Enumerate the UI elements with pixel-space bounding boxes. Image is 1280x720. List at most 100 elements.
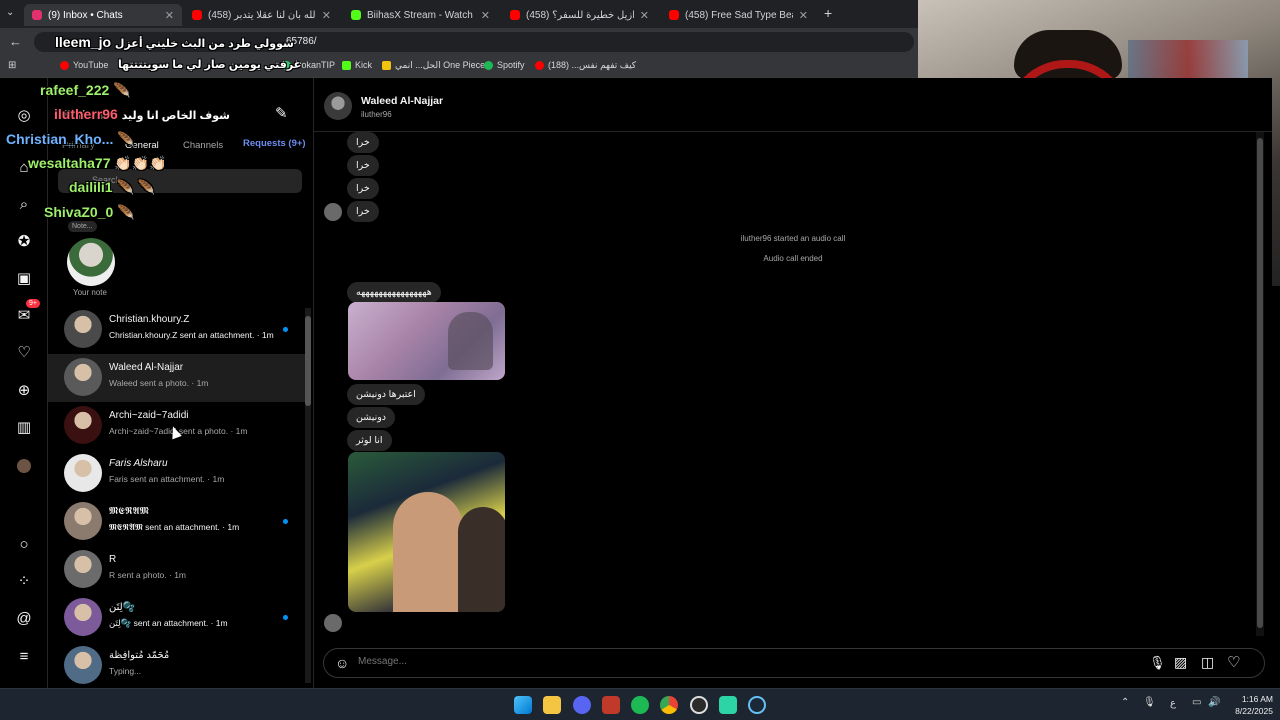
chat-list-item[interactable]: Waleed Al-Najjar Waleed sent a photo. · 1… (48, 354, 306, 402)
close-tab-icon[interactable]: ✕ (322, 9, 331, 22)
message-bubble[interactable]: دونيشن (347, 407, 396, 428)
tab-title: (458) Free Sad Type Beat - "My ... (685, 9, 793, 21)
tab-channels[interactable]: Channels (183, 140, 223, 151)
microphone-icon[interactable]: 🎙 (1149, 655, 1166, 671)
calculator-icon[interactable] (602, 696, 620, 714)
chat-name: Faris Alsharu (109, 458, 168, 469)
clock-time[interactable]: 1:16 AM (1228, 694, 1273, 704)
bookmark-kick[interactable]: Kick (342, 60, 372, 70)
overlay-user: Christian_Kho... (6, 131, 114, 147)
steam-icon[interactable] (748, 696, 766, 714)
chat-list-item[interactable]: مُحَمّد مُتوافِظة Typing... (48, 642, 306, 690)
chat-list-item[interactable]: Faris Alsharu Faris sent an attachment. ·… (48, 450, 306, 498)
tab-youtube-1[interactable]: (458) ميرنا الله بأن لنا عقلا يتدبر ... … (184, 4, 339, 26)
audio-call-started: iluther96 started an audio call (740, 234, 846, 243)
dashboard-icon[interactable]: ▥ (14, 417, 34, 437)
create-icon[interactable]: ⊕ (14, 380, 34, 400)
network-icon[interactable]: ▭ (1192, 697, 1201, 708)
bookmark-youtube[interactable]: YouTube (60, 60, 108, 70)
emoji-icon[interactable]: ☺ (335, 655, 349, 671)
close-tab-icon[interactable]: ✕ (799, 9, 808, 22)
overlay-text: غرفتي يومين صار لي ما سويتتتتها (118, 59, 302, 71)
tab-kick-stream[interactable]: BiihasX Stream - Watch Live on ... ✕ (343, 4, 498, 26)
back-arrow-icon[interactable]: ← (9, 34, 22, 49)
menu-icon[interactable]: ≡ (14, 646, 34, 666)
apps-grid-icon[interactable]: ⊞ (8, 60, 16, 71)
tray-chevron-icon[interactable]: ⌃ (1121, 697, 1129, 708)
chat-list-item[interactable]: 𝕸𝕰𝕽𝕬𝕸 𝕸𝕰𝕽𝕬𝕸 sent an attachment. · 1m (48, 498, 306, 546)
contact-name[interactable]: Waleed Al-Najjar (361, 95, 443, 107)
message-bubble[interactable]: خرا (347, 155, 379, 176)
sticker-icon[interactable]: ◫ (1201, 654, 1214, 671)
explore-icon[interactable]: ✪ (14, 231, 34, 251)
spotify-icon[interactable] (631, 696, 649, 714)
tab-youtube-2[interactable]: (458) هل البرازيل خطيرة للسفر؟ ✕ (502, 4, 657, 26)
close-tab-icon[interactable]: ✕ (640, 9, 649, 22)
language-indicator[interactable]: ع (1170, 698, 1176, 709)
close-tab-icon[interactable]: ✕ (165, 9, 174, 22)
heart-icon[interactable]: ♡ (1227, 653, 1240, 671)
more-apps-icon[interactable]: ⁘ (14, 571, 34, 591)
photo-message-people[interactable] (348, 452, 505, 612)
contact-avatar[interactable] (324, 92, 352, 120)
message-input[interactable] (358, 656, 1118, 667)
chat-avatar (64, 502, 102, 540)
reels-icon[interactable]: ▣ (14, 268, 34, 288)
notifications-icon[interactable]: ♡ (14, 342, 34, 362)
overlay-line-3: ilutherr96 شوف الخاص انا وليد (54, 106, 230, 122)
unread-dot (283, 327, 288, 332)
photo-message-banknote[interactable] (348, 302, 505, 380)
message-composer[interactable]: ☺ 🎙 ▨ ◫ ♡ (323, 648, 1265, 678)
file-explorer-icon[interactable] (543, 696, 561, 714)
edit-icon[interactable]: ✎ (275, 104, 288, 122)
overlay-user: rafeef_222 (40, 82, 110, 98)
tray-mic-icon[interactable]: 🎙 (1143, 697, 1156, 708)
chat-avatar (64, 310, 102, 348)
chat-list-item[interactable]: Christian.khoury.Z Christian.khoury.Z sen… (48, 306, 306, 354)
messages-icon[interactable]: ✉ 9+ (14, 299, 40, 325)
threads-icon[interactable]: ○ (14, 534, 34, 554)
message-bubble[interactable]: خرا (347, 201, 379, 222)
message-bubble[interactable]: خرا (347, 178, 379, 199)
obs-icon[interactable] (690, 696, 708, 714)
bookmark-label: Kick (355, 60, 373, 70)
instagram-favicon-icon (32, 10, 42, 20)
close-tab-icon[interactable]: ✕ (481, 9, 490, 22)
windows-start-icon[interactable] (514, 696, 532, 714)
bookmark-youtube-video[interactable]: كيف تفهم نفس... (188) (535, 60, 636, 71)
scrollbar-thumb[interactable] (1257, 138, 1263, 628)
tab-instagram-inbox[interactable]: (9) Inbox • Chats ✕ (24, 4, 182, 26)
overlay-text: شوف الخاص انا وليد (121, 110, 230, 122)
bookmark-onepiece[interactable]: الحل... انمي One Piece (382, 60, 485, 71)
note-bubble[interactable]: Note... (68, 221, 97, 232)
tab-list-chevron-icon[interactable]: ⌄ (6, 7, 14, 18)
new-tab-button[interactable]: + (824, 5, 832, 21)
threads-app-icon[interactable]: @ (14, 608, 34, 628)
my-note-avatar[interactable] (67, 238, 115, 286)
chrome-icon[interactable] (660, 696, 678, 714)
chat-list-item[interactable]: لِتَن🫧 لِتَن🫧 sent an attachment. · 1m (48, 594, 306, 642)
message-bubble[interactable]: خرا (347, 132, 379, 153)
search-icon[interactable]: ⌕ (14, 194, 34, 214)
bookmark-spotify[interactable]: Spotify (484, 60, 525, 70)
list-scrollbar[interactable] (305, 308, 311, 683)
tab-youtube-3[interactable]: (458) Free Sad Type Beat - "My ... ✕ (661, 4, 816, 26)
scrollbar-thumb[interactable] (305, 316, 311, 406)
chat-avatar (64, 550, 102, 588)
discord-icon[interactable] (573, 696, 591, 714)
chat-list-item[interactable]: R R sent a photo. · 1m (48, 546, 306, 594)
chat-name: R (109, 554, 117, 565)
teams-icon[interactable] (719, 696, 737, 714)
instagram-logo-icon[interactable]: ◎ (14, 105, 34, 125)
clock-date[interactable]: 8/22/2025 (1218, 706, 1273, 716)
message-bubble[interactable]: ههههههههههههههههه (347, 282, 441, 303)
tab-title: (9) Inbox • Chats (48, 9, 123, 21)
kick-icon (342, 60, 351, 70)
message-bubble[interactable]: اعتبرها دونيشن (347, 384, 425, 405)
image-icon[interactable]: ▨ (1174, 654, 1187, 671)
profile-avatar[interactable] (14, 456, 34, 476)
message-bubble[interactable]: انا لوثر (347, 430, 392, 451)
tab-title: BiihasX Stream - Watch Live on ... (367, 9, 475, 21)
conversation-scrollbar[interactable] (1256, 132, 1264, 636)
tab-requests[interactable]: Requests (9+) (243, 138, 306, 149)
